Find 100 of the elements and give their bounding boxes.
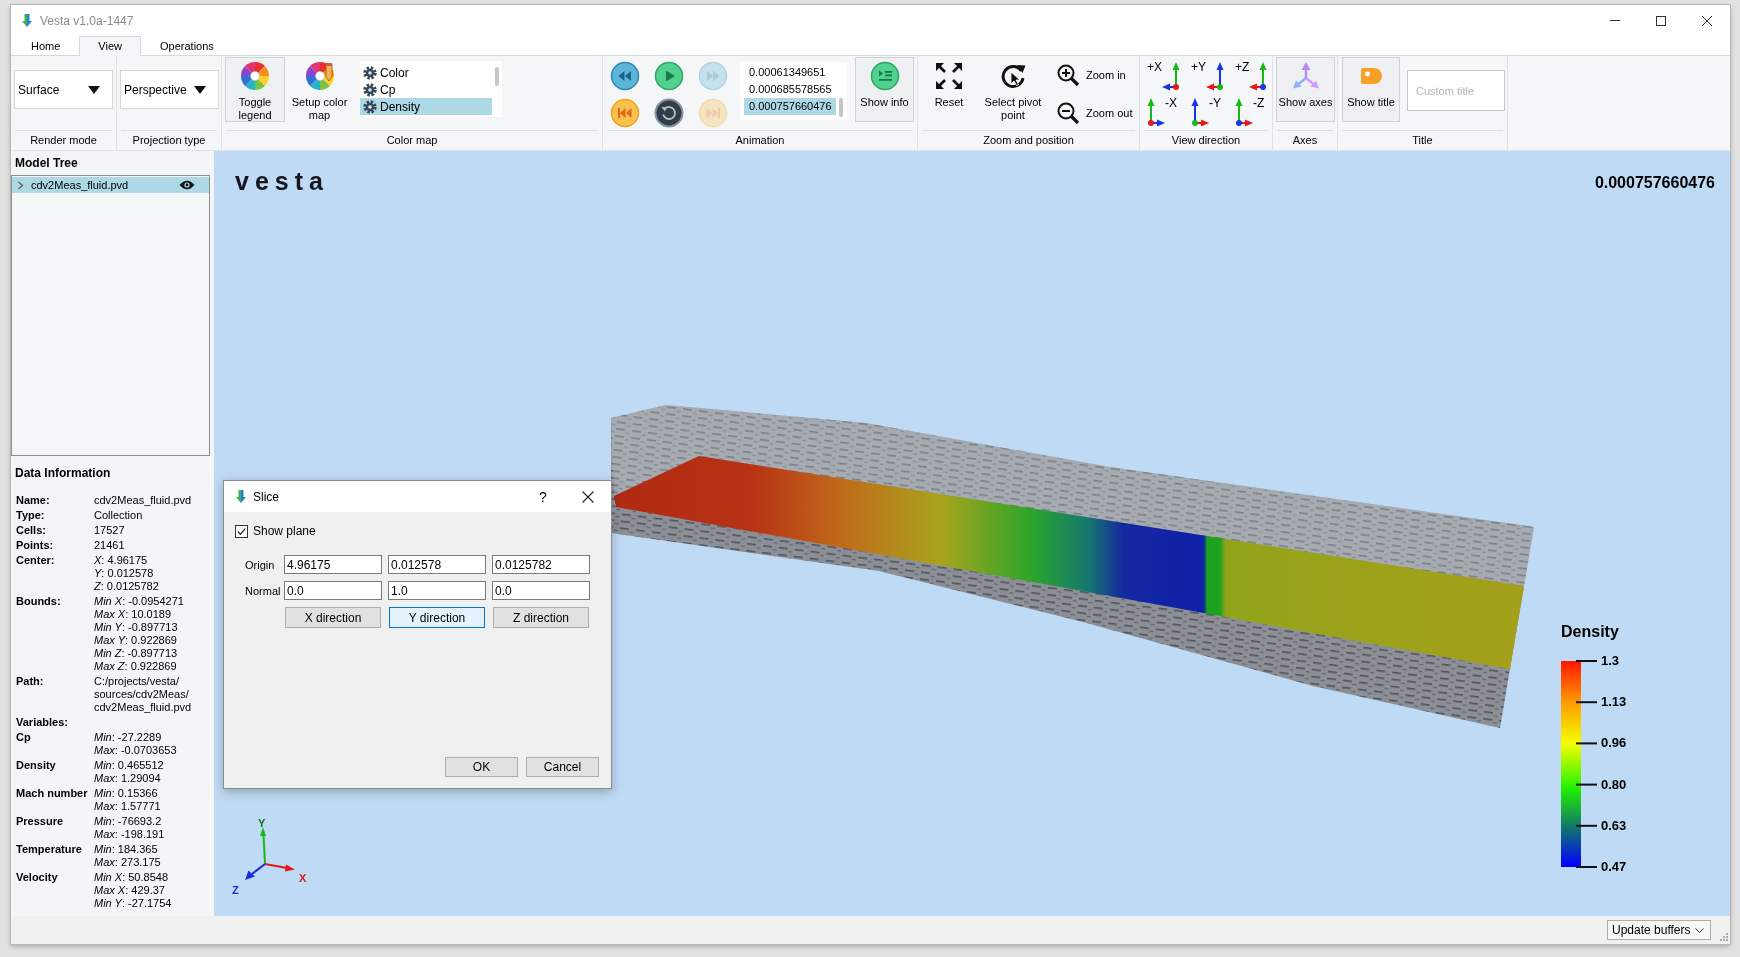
show-plane-checkbox[interactable]: Show plane — [235, 524, 316, 538]
app-logo-icon — [22, 14, 32, 27]
data-value: Max: 1.57771 — [94, 800, 162, 813]
data-key: Pressure — [16, 815, 94, 841]
select-pivot-button[interactable]: Select pivot point — [980, 57, 1046, 122]
axes-arrows-icon — [1235, 97, 1253, 127]
time-step-item[interactable]: 0.000757660476 — [744, 98, 836, 115]
data-value: Max: -0.0703653 — [94, 744, 178, 757]
number-field[interactable]: 0.0 — [284, 581, 382, 600]
data-value: Min: -27.2289 — [94, 731, 163, 744]
data-key: Temperature — [16, 843, 94, 869]
number-field[interactable]: 4.96175 — [284, 555, 382, 574]
time-step-item[interactable]: 0.000685578565 — [744, 81, 836, 98]
view-direction-button[interactable]: -X — [1147, 97, 1181, 128]
axes-icon — [1290, 61, 1321, 91]
view-direction-button[interactable]: -Z — [1235, 97, 1269, 128]
show-info-button[interactable]: Show info — [855, 57, 914, 122]
data-value: Min X: 50.8548 — [94, 871, 169, 884]
show-axes-button[interactable]: Show axes — [1276, 57, 1335, 122]
color-map-item[interactable]: Density — [360, 98, 492, 115]
close-icon — [582, 490, 594, 503]
show-title-button[interactable]: Show title — [1342, 57, 1400, 122]
panel-title: Model Tree — [14, 155, 79, 172]
skip-to-start-button[interactable] — [610, 98, 640, 128]
zoom-in-button[interactable]: Zoom in — [1056, 60, 1133, 90]
view-direction-button[interactable]: +Z — [1235, 61, 1269, 92]
view-direction-button[interactable]: +Y — [1191, 61, 1225, 92]
setup-color-map-button[interactable]: Setup color map — [289, 57, 350, 122]
caret-icon — [194, 85, 206, 94]
loop-button[interactable] — [654, 98, 684, 128]
help-button[interactable]: ? — [531, 484, 555, 509]
ok-button[interactable]: OK — [445, 757, 518, 777]
color-map-item[interactable]: Cp — [360, 81, 492, 98]
time-step-item[interactable]: 0.00061349651 — [744, 64, 836, 81]
dialog-title: Slice — [253, 489, 279, 504]
ribbon-tab[interactable]: Operations — [141, 36, 233, 55]
data-value: Collection — [94, 509, 144, 522]
axis-label: X — [299, 872, 307, 884]
view-direction-button[interactable]: +X — [1147, 61, 1181, 92]
reset-button[interactable]: Reset — [924, 57, 974, 122]
legend-tick-label: 0.80 — [1601, 776, 1627, 793]
number-field[interactable]: 0.0 — [492, 581, 590, 600]
color-map-item[interactable]: Color — [360, 64, 492, 81]
axes-arrows-icon — [1191, 97, 1209, 127]
custom-title-field[interactable]: Custom title — [1407, 70, 1505, 111]
direction-button[interactable]: Z direction — [493, 607, 589, 628]
toggle-legend-button[interactable]: Toggle legend — [225, 57, 285, 122]
z-axis-arrow — [245, 863, 266, 880]
data-value: cdv2Meas_fluid.pvd — [94, 701, 193, 714]
zoom-out-button[interactable]: Zoom out — [1056, 98, 1133, 128]
legend-tick-label: 0.47 — [1601, 858, 1627, 875]
cancel-button[interactable]: Cancel — [526, 757, 599, 777]
play-button[interactable] — [654, 61, 684, 91]
zoom-in-icon — [1056, 63, 1080, 87]
legend-tick-label: 1.3 — [1601, 653, 1621, 669]
data-value: cdv2Meas_fluid.pvd — [94, 494, 193, 507]
data-key: Cp — [16, 731, 94, 757]
scrollbar-thumb[interactable] — [495, 67, 499, 86]
field-label: Normal — [244, 584, 282, 597]
zoom-out-icon — [1056, 101, 1080, 125]
skip-to-end-icon — [698, 98, 728, 128]
caret-icon — [88, 85, 100, 94]
render-mode-dropdown[interactable]: Surface — [14, 70, 113, 109]
y-axis-arrow — [260, 827, 266, 865]
ribbon-tab[interactable]: Home — [12, 36, 80, 55]
data-value: Max: 1.29094 — [94, 772, 162, 785]
info-list-icon — [869, 61, 900, 91]
group-label: View direction — [1144, 130, 1268, 150]
number-field[interactable]: 0.0125782 — [492, 555, 590, 574]
group-label: Color map — [226, 130, 598, 150]
number-field[interactable]: 0.012578 — [388, 555, 486, 574]
axes-arrows-icon — [1206, 61, 1224, 91]
rewind-button[interactable] — [610, 61, 640, 91]
tree-item[interactable]: cdv2Meas_fluid.pvd — [12, 177, 209, 193]
rewind-icon — [610, 61, 640, 91]
data-key: Type: — [16, 509, 94, 522]
minimize-icon — [1610, 20, 1620, 21]
eye-icon[interactable] — [179, 180, 195, 190]
data-key: Name: — [16, 494, 94, 507]
direction-button[interactable]: X direction — [285, 607, 381, 628]
checkbox-icon[interactable] — [235, 524, 248, 538]
scrollbar-thumb[interactable] — [839, 98, 843, 117]
axis-label: Y — [258, 818, 266, 829]
direction-button[interactable]: Y direction — [389, 607, 485, 628]
data-value: C:/projects/vesta/ — [94, 675, 180, 688]
view-direction-button[interactable]: -Y — [1191, 97, 1225, 128]
legend-tick-label: 1.13 — [1601, 694, 1627, 711]
data-key: Path: — [16, 675, 94, 714]
close-icon — [1702, 15, 1712, 26]
projection-dropdown[interactable]: Perspective — [120, 70, 219, 109]
data-value: 17527 — [94, 524, 126, 537]
ribbon-tab[interactable]: View — [79, 36, 141, 56]
size-grip-icon[interactable] — [1720, 933, 1728, 941]
expand-arrows-icon — [934, 61, 964, 91]
legend-tick-label: 0.96 — [1601, 735, 1627, 752]
number-field[interactable]: 1.0 — [388, 581, 486, 600]
update-buffers-dropdown[interactable]: Update buffers — [1607, 920, 1711, 940]
legend-title: Density — [1561, 622, 1620, 642]
gear-icon — [363, 82, 377, 97]
chevron-icon[interactable] — [17, 180, 24, 190]
